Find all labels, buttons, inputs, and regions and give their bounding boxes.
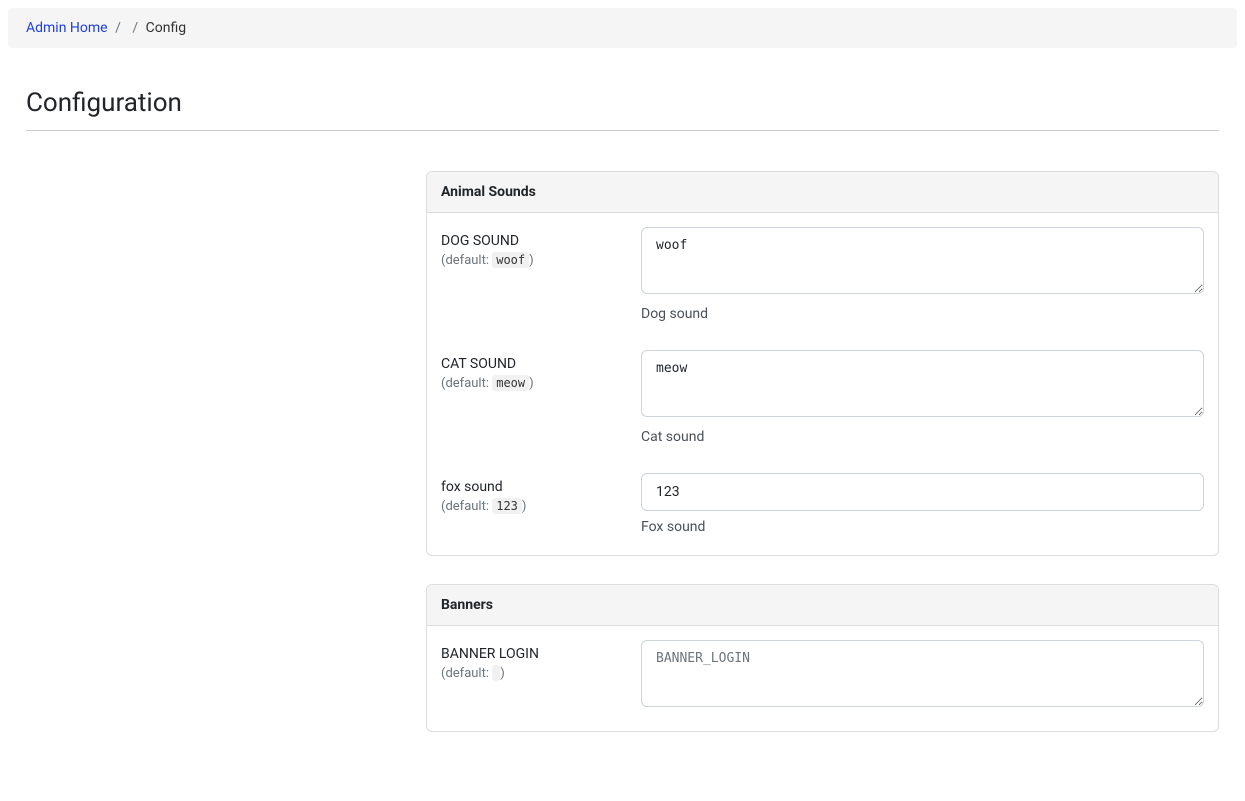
field-default-banner-login: (default: ) bbox=[441, 666, 641, 681]
breadcrumb: Admin Home / / Config bbox=[8, 8, 1237, 48]
field-label-cat-sound: CAT SOUND bbox=[441, 356, 641, 372]
dog-sound-help: Dog sound bbox=[641, 306, 1204, 322]
field-banner-login: BANNER LOGIN (default: ) bbox=[441, 640, 1204, 711]
breadcrumb-home-link[interactable]: Admin Home bbox=[26, 20, 108, 36]
field-fox-sound: fox sound (default: 123) Fox sound bbox=[441, 473, 1204, 535]
cat-sound-input[interactable] bbox=[641, 350, 1204, 417]
panel-header-animal-sounds: Animal Sounds bbox=[427, 172, 1218, 213]
dog-sound-input[interactable] bbox=[641, 227, 1204, 294]
field-label-banner-login: BANNER LOGIN bbox=[441, 646, 641, 662]
breadcrumb-separator: / bbox=[132, 20, 138, 36]
title-divider bbox=[26, 130, 1219, 131]
field-default-cat-sound: (default: meow) bbox=[441, 376, 641, 391]
field-default-fox-sound: (default: 123) bbox=[441, 499, 641, 514]
breadcrumb-current: Config bbox=[146, 20, 186, 36]
field-label-fox-sound: fox sound bbox=[441, 479, 641, 495]
panel-banners: Banners BANNER LOGIN (default: ) bbox=[426, 584, 1219, 732]
fox-sound-input[interactable] bbox=[641, 473, 1204, 511]
panel-header-banners: Banners bbox=[427, 585, 1218, 626]
field-cat-sound: CAT SOUND (default: meow) Cat sound bbox=[441, 350, 1204, 445]
breadcrumb-separator: / bbox=[115, 20, 121, 36]
cat-sound-help: Cat sound bbox=[641, 429, 1204, 445]
panel-animal-sounds: Animal Sounds DOG SOUND (default: woof) … bbox=[426, 171, 1219, 556]
banner-login-input[interactable] bbox=[641, 640, 1204, 707]
field-dog-sound: DOG SOUND (default: woof) Dog sound bbox=[441, 227, 1204, 322]
field-default-dog-sound: (default: woof) bbox=[441, 253, 641, 268]
page-title: Configuration bbox=[26, 88, 1219, 118]
field-label-dog-sound: DOG SOUND bbox=[441, 233, 641, 249]
fox-sound-help: Fox sound bbox=[641, 519, 1204, 535]
